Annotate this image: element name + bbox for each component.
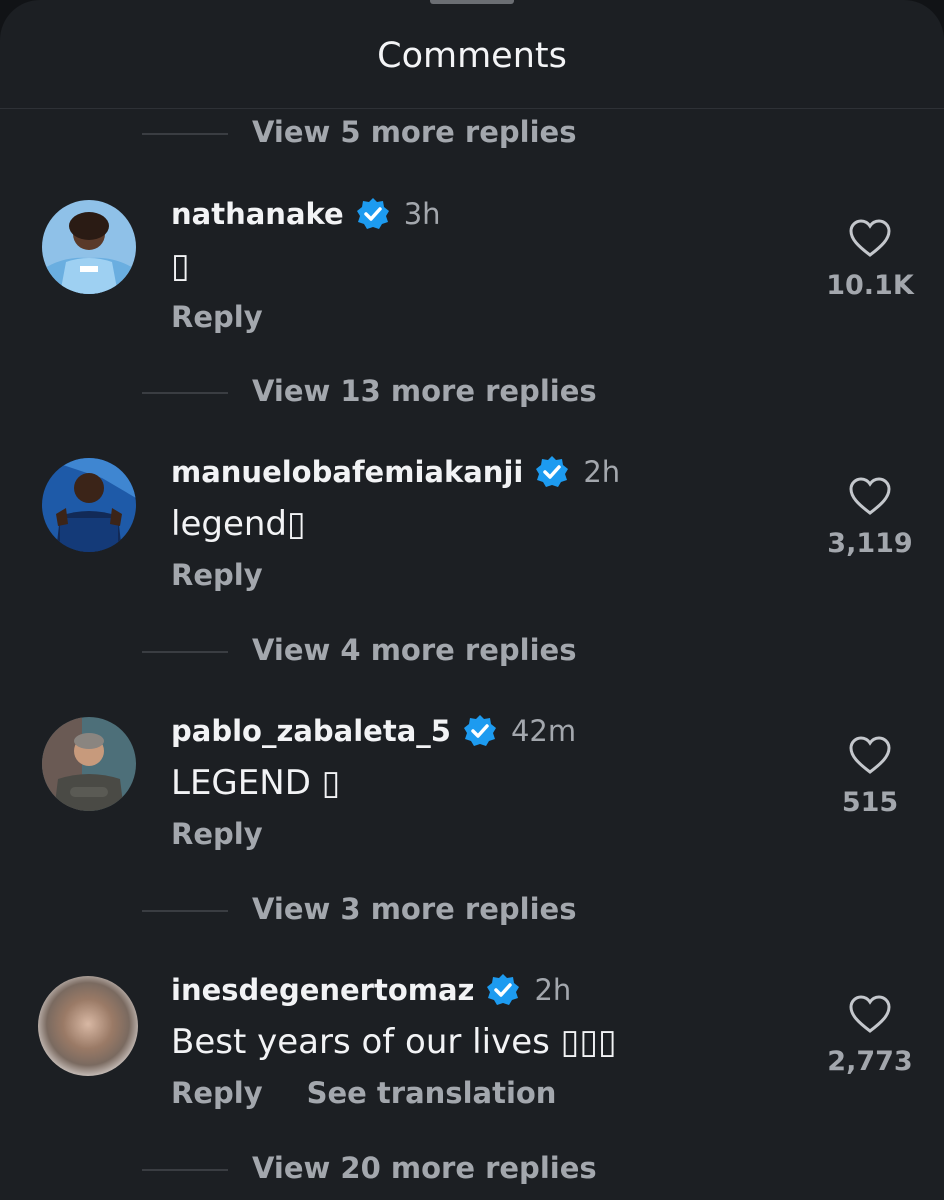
comment-text: ▯ xyxy=(171,246,190,286)
comment-time: 3h xyxy=(403,197,441,231)
view-more-replies-label: View 13 more replies xyxy=(252,374,597,408)
comments-sheet: Comments View 5 more replies nathanake 3… xyxy=(0,0,944,1200)
comment-actions: Reply xyxy=(171,558,263,592)
see-translation-button[interactable]: See translation xyxy=(307,1076,557,1110)
comment-item: pablo_zabaleta_5 42m LEGEND ▯ Reply 515 xyxy=(0,711,944,871)
thread-divider xyxy=(142,392,228,394)
thread-divider xyxy=(142,133,228,135)
heart-icon xyxy=(849,477,891,515)
comment-header: nathanake 3h xyxy=(171,194,441,234)
avatar[interactable] xyxy=(38,976,138,1076)
like-count: 3,119 xyxy=(827,528,913,559)
comment-text: Best years of our lives ▯▯▯ xyxy=(171,1022,617,1062)
reply-button[interactable]: Reply xyxy=(171,300,263,334)
username[interactable]: inesdegenertomaz xyxy=(171,973,474,1007)
like-count: 2,773 xyxy=(827,1046,913,1077)
view-more-replies-label: View 4 more replies xyxy=(252,633,577,667)
reply-button[interactable]: Reply xyxy=(171,817,263,851)
view-more-replies-button[interactable]: View 4 more replies xyxy=(0,633,944,673)
comment-text: LEGEND ▯ xyxy=(171,763,341,803)
thread-divider xyxy=(142,910,228,912)
comment-header: inesdegenertomaz 2h xyxy=(171,970,571,1010)
verified-badge-icon xyxy=(356,198,389,229)
view-more-replies-button[interactable]: View 13 more replies xyxy=(0,374,944,414)
heart-icon xyxy=(849,736,891,774)
comment-text: legend▯ xyxy=(171,504,306,544)
thread-divider xyxy=(142,1169,228,1171)
username[interactable]: pablo_zabaleta_5 xyxy=(171,714,451,748)
avatar[interactable] xyxy=(42,200,136,294)
comment-header: manuelobafemiakanji 2h xyxy=(171,452,620,492)
thread-divider xyxy=(142,651,228,653)
view-more-replies-label: View 20 more replies xyxy=(252,1151,597,1185)
page-title: Comments xyxy=(377,36,567,76)
verified-badge-icon xyxy=(487,974,520,1005)
verified-badge-icon xyxy=(536,456,569,487)
heart-icon xyxy=(849,219,891,257)
reply-button[interactable]: Reply xyxy=(171,558,263,592)
username[interactable]: nathanake xyxy=(171,197,344,231)
comment-actions: Reply xyxy=(171,817,263,851)
avatar[interactable] xyxy=(42,458,136,552)
comment-time: 42m xyxy=(510,714,577,748)
view-more-replies-label: View 3 more replies xyxy=(252,892,577,926)
reply-button[interactable]: Reply xyxy=(171,1076,263,1110)
like-button[interactable]: 3,119 xyxy=(820,476,920,566)
comment-item: nathanake 3h ▯ Reply 10.1K xyxy=(0,194,944,354)
view-more-replies-button[interactable]: View 5 more replies xyxy=(0,115,944,155)
username[interactable]: manuelobafemiakanji xyxy=(171,455,523,489)
comment-actions: Reply See translation xyxy=(171,1076,556,1110)
like-button[interactable]: 10.1K xyxy=(820,218,920,308)
avatar[interactable] xyxy=(42,717,136,811)
view-more-replies-label: View 5 more replies xyxy=(252,115,577,149)
comment-actions: Reply xyxy=(171,300,263,334)
like-button[interactable]: 2,773 xyxy=(820,994,920,1084)
view-more-replies-button[interactable]: View 3 more replies xyxy=(0,892,944,932)
like-count: 10.1K xyxy=(826,270,914,301)
comment-item: manuelobafemiakanji 2h legend▯ Reply 3,1… xyxy=(0,452,944,612)
like-count: 515 xyxy=(841,787,899,818)
like-button[interactable]: 515 xyxy=(820,735,920,825)
comment-time: 2h xyxy=(534,973,572,1007)
comment-item: inesdegenertomaz 2h Best years of our li… xyxy=(0,970,944,1130)
verified-badge-icon xyxy=(463,715,496,746)
view-more-replies-button[interactable]: View 20 more replies xyxy=(0,1151,944,1191)
comment-time: 2h xyxy=(583,455,621,489)
comment-header: pablo_zabaleta_5 42m xyxy=(171,711,576,751)
heart-icon xyxy=(849,995,891,1033)
comments-header: Comments xyxy=(0,0,944,109)
